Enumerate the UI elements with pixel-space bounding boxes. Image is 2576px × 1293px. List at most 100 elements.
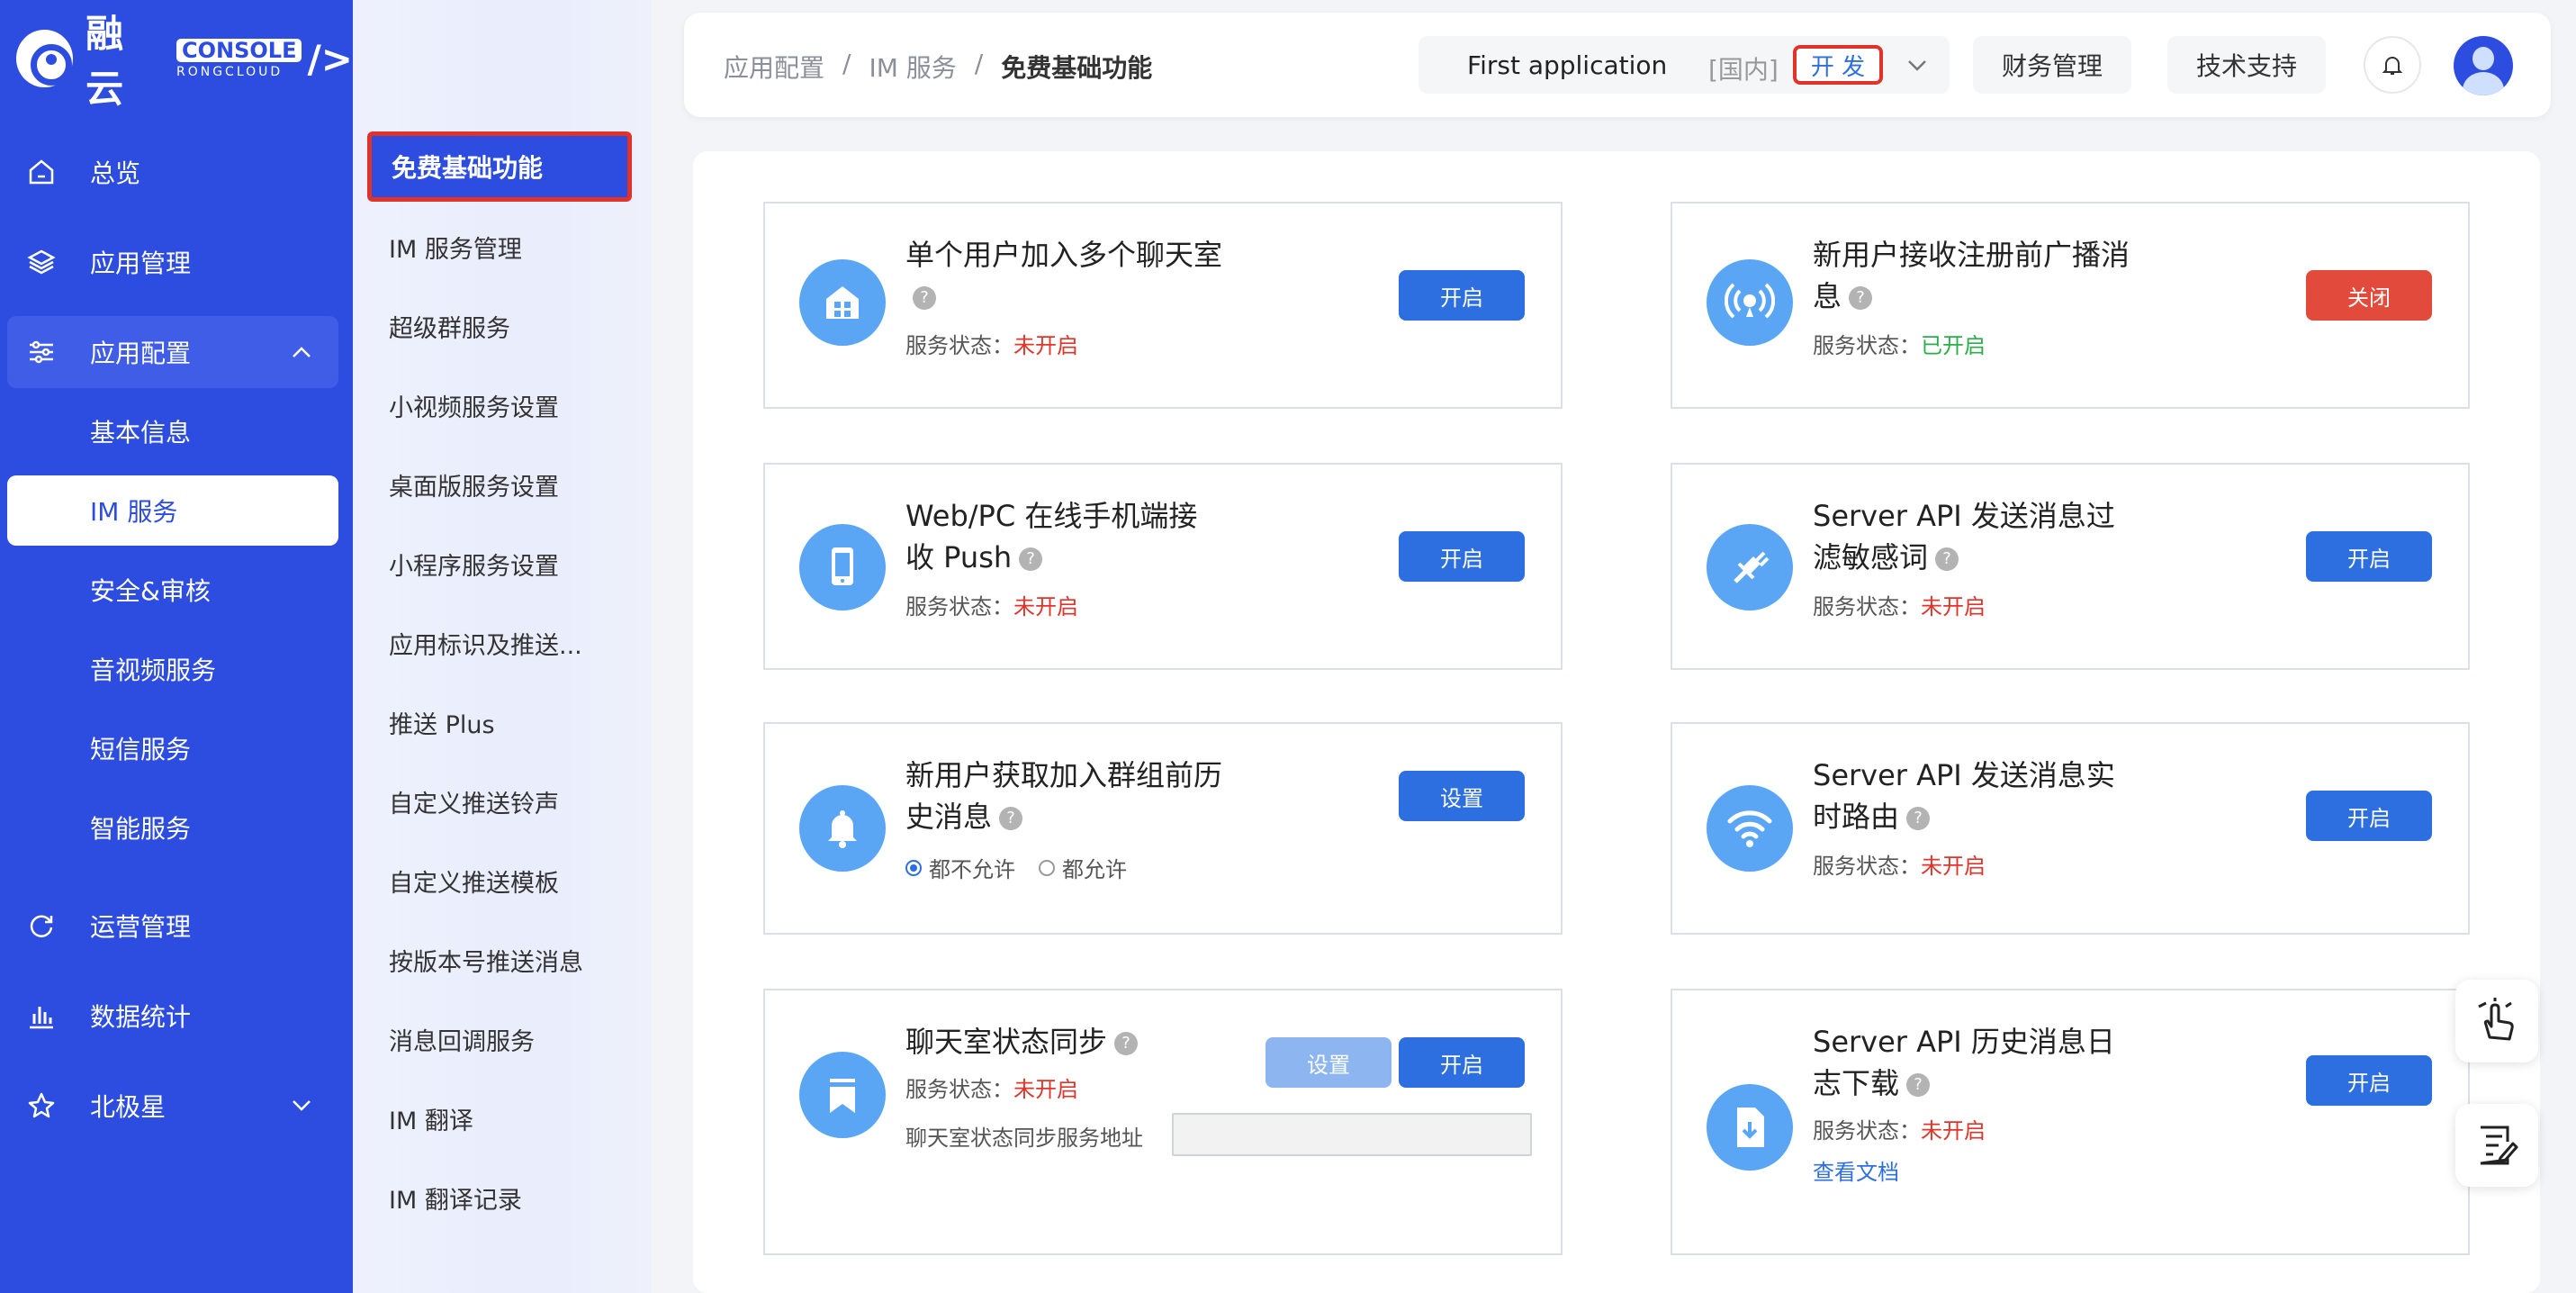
app-region: [国内]	[1708, 55, 1779, 85]
bell-icon	[2382, 57, 2403, 75]
menu-im-service-manage[interactable]: IM 服务管理	[389, 220, 522, 274]
breadcrumb-separator: /	[842, 49, 851, 78]
help-icon[interactable]: ?	[1906, 807, 1931, 830]
bar-chart-icon	[30, 1007, 53, 1029]
card-title-line1: Server API 发送消息过	[1813, 499, 2115, 533]
menu-super-group[interactable]: 超级群服务	[389, 299, 510, 353]
brand-logo[interactable]: 融云 CONSOLE RONGCLOUD />	[16, 12, 353, 111]
status-label: 服务状态：	[1813, 333, 1921, 358]
avatar[interactable]	[2454, 36, 2513, 95]
breadcrumb-separator: /	[974, 49, 984, 78]
sidebar: 融云 CONSOLE RONGCLOUD /> 总览 应用管理 应用配置 基本信…	[0, 0, 353, 1293]
service-status: 服务状态：未开启	[1813, 589, 1986, 620]
card-realtime-routing: Server API 发送消息实 时路由? 服务状态：未开启 开启	[1671, 722, 2470, 935]
help-icon[interactable]: ?	[1114, 1032, 1139, 1055]
card-title: 聊天室状态同步?	[905, 1021, 1247, 1062]
chevron-down-icon[interactable]	[1906, 52, 1928, 77]
menu-desktop[interactable]: 桌面版服务设置	[389, 457, 559, 511]
support-button[interactable]: 技术支持	[2167, 36, 2326, 94]
finance-button[interactable]: 财务管理	[1973, 36, 2131, 94]
nav-sub-security[interactable]: 安全&审核	[7, 555, 338, 625]
nav-polaris[interactable]: 北极星	[7, 1070, 338, 1142]
history-permission-radio-group: 都不允许 都允许	[905, 852, 1127, 883]
menu-free-basic-features[interactable]: 免费基础功能	[367, 131, 632, 202]
menu-custom-ringtone[interactable]: 自定义推送铃声	[389, 774, 559, 828]
enable-button[interactable]: 开启	[2306, 1055, 2432, 1106]
enable-button[interactable]: 开启	[2306, 791, 2432, 841]
nav-ops[interactable]: 运营管理	[7, 890, 338, 962]
chevron-down-icon	[293, 1100, 311, 1111]
enable-button[interactable]: 开启	[1399, 270, 1525, 321]
feedback-float-button[interactable]	[2455, 980, 2538, 1062]
secondary-menu: 免费基础功能 IM 服务管理 超级群服务 小视频服务设置 桌面版服务设置 小程序…	[353, 0, 652, 1293]
notification-bell[interactable]	[2364, 36, 2421, 94]
card-title-line1: 新用户获取加入群组前历	[905, 758, 1223, 792]
menu-im-translate[interactable]: IM 翻译	[389, 1091, 473, 1145]
app-selector[interactable]: First application [国内] 开 发	[1419, 36, 1950, 94]
menu-custom-push-template[interactable]: 自定义推送模板	[389, 854, 559, 908]
card-title-line2: 滤敏感词	[1813, 540, 1929, 574]
menu-app-identity-push[interactable]: 应用标识及推送...	[389, 616, 582, 670]
help-icon[interactable]: ?	[1935, 547, 1959, 571]
status-value: 未开启	[1921, 1118, 1986, 1144]
card-title-line1: Server API 历史消息日	[1813, 1025, 2115, 1059]
nav-sub-smart[interactable]: 智能服务	[7, 792, 338, 863]
card-title-line2: 息	[1813, 279, 1842, 313]
card-title-text: 聊天室状态同步	[905, 1025, 1108, 1059]
card-history-log-download: Server API 历史消息日 志下载? 服务状态：未开启 查看文档 开启	[1671, 989, 2470, 1255]
bookmark-icon	[799, 1052, 886, 1138]
card-title-line1: Web/PC 在线手机端接	[905, 499, 1198, 533]
enable-button[interactable]: 开启	[1399, 1037, 1525, 1088]
nav-overview[interactable]: 总览	[7, 136, 338, 208]
breadcrumb-app-config[interactable]: 应用配置	[724, 49, 824, 85]
view-docs-link[interactable]: 查看文档	[1813, 1154, 1899, 1186]
help-icon[interactable]: ?	[999, 807, 1023, 830]
nav-app-config[interactable]: 应用配置	[7, 316, 338, 388]
card-pre-register-broadcast: 新用户接收注册前广播消息? 服务状态：已开启 关闭	[1671, 202, 2470, 409]
service-status: 服务状态：未开启	[905, 328, 1078, 359]
menu-callback-service[interactable]: 消息回调服务	[389, 1012, 535, 1066]
help-icon[interactable]: ?	[913, 286, 936, 310]
card-multi-chatroom: 单个用户加入多个聊天室? 服务状态：未开启 开启	[763, 202, 1563, 409]
card-title: Server API 发送消息过 滤敏感词?	[1813, 495, 2155, 578]
nav-sub-av-service[interactable]: 音视频服务	[7, 634, 338, 704]
service-status: 服务状态：未开启	[1813, 1113, 1986, 1144]
console-label: CONSOLE	[176, 39, 302, 62]
nav-sub-sms[interactable]: 短信服务	[7, 713, 338, 783]
settings-button[interactable]: 设置	[1265, 1037, 1392, 1088]
enable-button[interactable]: 开启	[2306, 531, 2432, 582]
status-value: 未开启	[1921, 594, 1986, 619]
card-title-line2: 时路由	[1813, 800, 1900, 834]
breadcrumb-im-service[interactable]: IM 服务	[869, 49, 956, 85]
nav-sub-im-service[interactable]: IM 服务	[7, 475, 338, 546]
card-title: Server API 历史消息日 志下载?	[1813, 1021, 2155, 1104]
card-title: 单个用户加入多个聊天室?	[905, 234, 1247, 317]
menu-push-plus[interactable]: 推送 Plus	[389, 695, 495, 749]
menu-push-by-version[interactable]: 按版本号推送消息	[389, 933, 583, 987]
help-icon[interactable]: ?	[1849, 286, 1873, 310]
card-title-line2: 志下载	[1813, 1066, 1900, 1100]
env-badge[interactable]: 开 发	[1793, 45, 1883, 85]
refresh-icon	[30, 915, 53, 937]
menu-im-translate-records[interactable]: IM 翻译记录	[389, 1171, 522, 1225]
disable-button[interactable]: 关闭	[2306, 270, 2432, 321]
menu-mini-program[interactable]: 小程序服务设置	[389, 537, 559, 591]
edit-doc-icon	[2480, 1126, 2518, 1165]
settings-button[interactable]: 设置	[1399, 771, 1525, 821]
notes-float-button[interactable]	[2455, 1104, 2538, 1187]
phone-icon	[799, 524, 886, 610]
menu-short-video[interactable]: 小视频服务设置	[389, 378, 559, 432]
nav-stats[interactable]: 数据统计	[7, 980, 338, 1052]
nav-sub-basic-info[interactable]: 基本信息	[7, 396, 338, 466]
help-icon[interactable]: ?	[1906, 1073, 1931, 1097]
service-status: 服务状态：未开启	[905, 589, 1078, 620]
sync-address-input[interactable]	[1172, 1113, 1532, 1156]
card-title-line2: 史消息	[905, 800, 993, 834]
nav-ops-label: 运营管理	[90, 912, 192, 942]
radio-allow-all-label: 都允许	[1062, 857, 1127, 882]
help-icon[interactable]: ?	[1019, 547, 1043, 571]
radio-deny-all[interactable]	[905, 859, 922, 876]
enable-button[interactable]: 开启	[1399, 531, 1525, 582]
radio-allow-all[interactable]	[1039, 859, 1055, 876]
nav-app-manage[interactable]: 应用管理	[7, 226, 338, 298]
